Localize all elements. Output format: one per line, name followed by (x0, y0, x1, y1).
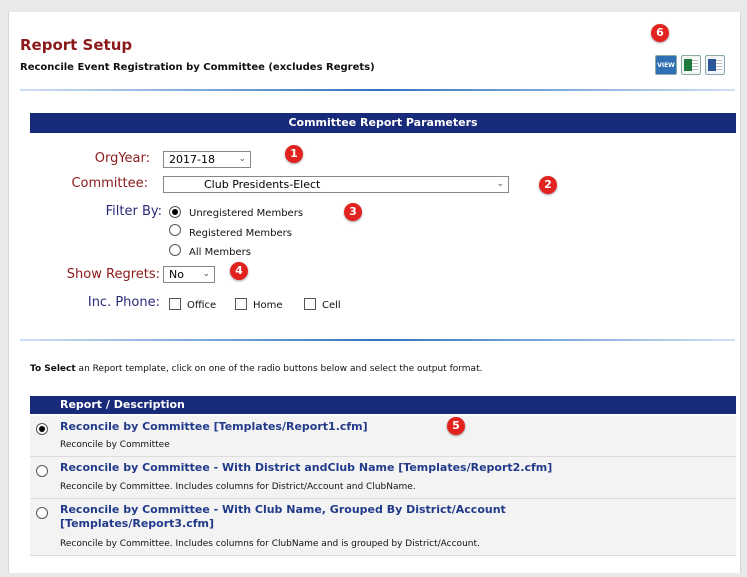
top-strip (0, 0, 747, 10)
phone-office-label: Office (187, 300, 217, 311)
page-title: Report Setup (20, 36, 133, 54)
callout-badge-1: 1 (285, 145, 303, 163)
word-export-icon[interactable] (705, 55, 725, 75)
phone-cell-label: Cell (322, 300, 341, 311)
parameters-header-bar: Committee Report Parameters (30, 113, 736, 133)
callout-badge-5: 5 (447, 417, 465, 435)
page-subtitle: Reconcile Event Registration by Committe… (20, 62, 375, 73)
callout-badge-2: 2 (539, 176, 557, 194)
committee-select[interactable]: Club Presidents-Elect ⌄ (163, 176, 509, 193)
chevron-down-icon: ⌄ (238, 154, 246, 164)
filter-registered-label: Registered Members (189, 228, 292, 239)
filter-all-radio[interactable] (169, 244, 181, 256)
divider-middle (20, 339, 735, 341)
phone-home-label: Home (253, 300, 283, 311)
report1-radio[interactable] (36, 423, 48, 435)
filter-unregistered-label: Unregistered Members (189, 208, 304, 219)
callout-badge-6: 6 (651, 24, 669, 42)
filter-registered-radio[interactable] (169, 224, 181, 236)
report-list-header: Report / Description (30, 396, 736, 414)
view-report-icon[interactable]: VIEW (655, 55, 677, 75)
committee-value: Club Presidents-Elect (204, 178, 321, 191)
excel-export-icon[interactable] (681, 55, 701, 75)
instructions-bold: To Select (30, 364, 76, 374)
divider-top (20, 89, 735, 91)
report1-desc: Reconcile by Committee (60, 440, 170, 450)
orgyear-label: OrgYear: (94, 151, 150, 166)
instructions-rest: an Report template, click on one of the … (75, 364, 483, 374)
filter-all-label: All Members (189, 247, 251, 258)
callout-badge-4: 4 (230, 262, 248, 280)
instructions-text: To Select an Report template, click on o… (30, 364, 482, 374)
report-row[interactable]: Reconcile by Committee [Templates/Report… (30, 416, 736, 457)
filter-unregistered-radio[interactable] (169, 206, 181, 218)
inc-phone-label: Inc. Phone: (87, 295, 160, 310)
phone-cell-checkbox[interactable] (304, 298, 316, 310)
report-row[interactable]: Reconcile by Committee - With Club Name,… (30, 499, 736, 556)
report-row[interactable]: Reconcile by Committee - With District a… (30, 457, 736, 499)
phone-office-checkbox[interactable] (169, 298, 181, 310)
orgyear-value: 2017-18 (169, 153, 215, 166)
report1-title[interactable]: Reconcile by Committee [Templates/Report… (60, 420, 368, 433)
filter-by-label: Filter By: (105, 204, 162, 219)
chevron-down-icon: ⌄ (202, 269, 210, 279)
show-regrets-label: Show Regrets: (66, 267, 160, 282)
report3-title[interactable]: Reconcile by Committee - With Club Name,… (60, 503, 506, 516)
report2-desc: Reconcile by Committee. Includes columns… (60, 482, 416, 492)
view-icon-label: VIEW (657, 61, 675, 69)
report3-radio[interactable] (36, 507, 48, 519)
show-regrets-select[interactable]: No ⌄ (163, 266, 215, 283)
show-regrets-value: No (169, 268, 184, 281)
export-toolbar: VIEW (655, 55, 725, 75)
committee-label: Committee: (71, 176, 148, 191)
orgyear-select[interactable]: 2017-18 ⌄ (163, 151, 251, 168)
report3-desc: Reconcile by Committee. Includes columns… (60, 539, 480, 549)
report2-title[interactable]: Reconcile by Committee - With District a… (60, 461, 552, 474)
phone-home-checkbox[interactable] (235, 298, 247, 310)
chevron-down-icon: ⌄ (496, 179, 504, 189)
callout-badge-3: 3 (344, 203, 362, 221)
report3-title-path[interactable]: [Templates/Report3.cfm] (60, 517, 214, 530)
report2-radio[interactable] (36, 465, 48, 477)
